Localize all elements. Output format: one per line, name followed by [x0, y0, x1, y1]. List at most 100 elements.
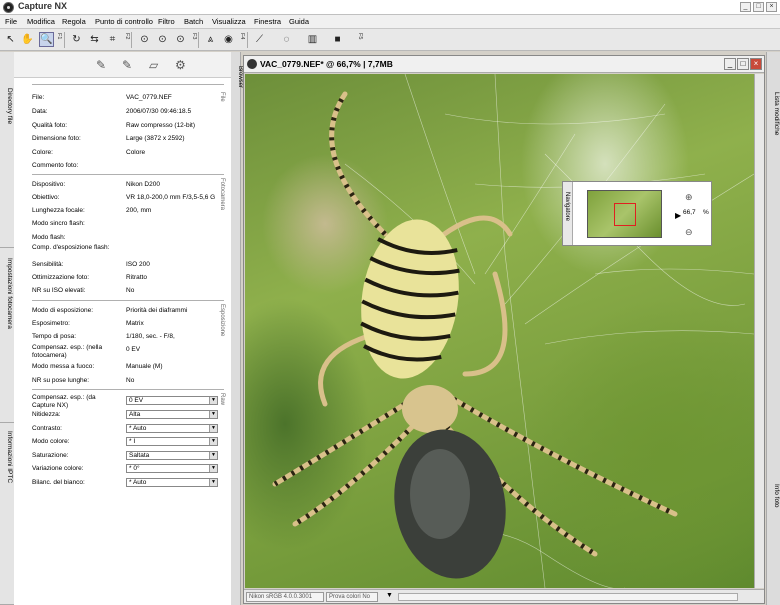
menu-punto-di-controllo[interactable]: Punto di controllo	[95, 17, 153, 26]
menu-modifica[interactable]: Modifica	[27, 17, 55, 26]
navigator-thumbnail[interactable]	[587, 190, 662, 238]
hue-adjustment-select[interactable]: * 0° ▼	[126, 464, 218, 473]
color-profile-field: Nikon sRGB 4.0.0.3001	[246, 592, 324, 602]
info-value: Manuale (M)	[126, 363, 163, 370]
levels-icon[interactable]: ⩓	[203, 32, 218, 47]
rotate-icon[interactable]: ↻	[69, 32, 84, 47]
tab-edit-list-label: Lista modifiche	[773, 92, 780, 136]
info-value: Nikon D200	[126, 181, 160, 188]
menu-batch[interactable]: Batch	[184, 17, 203, 26]
color-mode-select[interactable]: * I ▼	[126, 437, 218, 446]
white-control-point-icon[interactable]: ⊙	[155, 32, 170, 47]
chevron-down-icon: ▼	[209, 465, 217, 472]
save-icon[interactable]: ✎	[122, 58, 132, 72]
info-value: 200, mm	[126, 207, 152, 214]
tab-edit-list[interactable]: Lista modifiche	[767, 92, 780, 152]
menu-file[interactable]: File	[5, 17, 17, 26]
info-value: 2006/07/30 09:46:18.5	[126, 108, 192, 115]
info-label: Modo di esposizione:	[32, 307, 94, 314]
gradient-icon[interactable]: ▥	[305, 32, 320, 47]
image-status-bar: Nikon sRGB 4.0.0.3001 Prova colori No ▼	[244, 589, 764, 603]
gear-icon[interactable]: ⚙	[175, 58, 186, 72]
white-balance-select[interactable]: * Auto ▼	[126, 478, 218, 487]
tab-photo-info-label: Info foto	[773, 484, 780, 508]
info-label: Saturazione:	[32, 452, 69, 459]
info-value: VAC_0779.NEF	[126, 94, 172, 101]
toolbar-separator	[198, 32, 199, 48]
fill-icon[interactable]: ■	[330, 32, 345, 47]
folder-icon[interactable]: ▱	[149, 58, 158, 72]
maximize-button[interactable]: □	[753, 2, 764, 12]
open-folder-icon[interactable]: ✎	[96, 58, 106, 72]
navigator-view-rect[interactable]	[614, 203, 636, 226]
browser-tab-label: Browser	[237, 66, 243, 89]
contrast-select[interactable]: * Auto ▼	[126, 424, 218, 433]
toolbar-group-f4: F4	[239, 33, 245, 40]
section-divider	[32, 300, 224, 301]
select-value: 0 EV	[129, 397, 144, 404]
zoom-unit: %	[703, 209, 709, 216]
menu-regola[interactable]: Regola	[62, 17, 86, 26]
zoom-value: 66,7	[683, 209, 696, 216]
select-value: Alta	[129, 411, 141, 418]
zoom-in-icon[interactable]: ⊕	[685, 192, 693, 203]
exposure-compensation-select[interactable]: 0 EV ▼	[126, 396, 218, 405]
title-bar: Capture NX _ □ ×	[0, 0, 780, 15]
info-label: Nitidezza:	[32, 411, 61, 418]
menu-finestra[interactable]: Finestra	[254, 17, 281, 26]
info-label: Qualità foto:	[32, 122, 68, 129]
color-control-point-icon[interactable]: ⊙	[173, 32, 188, 47]
close-button[interactable]: ×	[766, 2, 777, 12]
menu-filtro[interactable]: Filtro	[158, 17, 175, 26]
zoom-out-icon[interactable]: ⊖	[685, 227, 693, 238]
info-label: Modo colore:	[32, 438, 70, 445]
tab-iptc[interactable]: Informazioni IPTC	[0, 423, 14, 605]
capture-nx-logo-icon	[247, 59, 257, 69]
toolbar-separator	[64, 32, 65, 48]
navigator-tab[interactable]: Navigatore	[563, 182, 573, 245]
zoom-slider-pointer-icon[interactable]: ▶	[675, 211, 681, 220]
tab-camera-settings[interactable]: Impostazioni fotocamera	[0, 248, 14, 423]
info-label: Contrasto:	[32, 425, 62, 432]
menu-visualizza[interactable]: Visualizza	[212, 17, 246, 26]
info-label: Sensibilità:	[32, 261, 64, 268]
browser-tab[interactable]: Browser	[231, 52, 243, 605]
info-label: Bilanc. del bianco:	[32, 479, 85, 486]
info-value: Ritratto	[126, 274, 147, 281]
tab-photo-info[interactable]: Info foto	[767, 484, 780, 534]
arrow-tool-icon[interactable]: ↖	[3, 32, 18, 47]
prey-highlight	[410, 449, 470, 539]
soft-proof-field[interactable]: Prova colori No	[326, 592, 378, 602]
tab-camera-label: Impostazioni fotocamera	[6, 258, 13, 329]
chevron-down-icon: ▼	[209, 452, 217, 459]
image-minimize-button[interactable]: _	[724, 58, 736, 70]
info-label: Obiettivo:	[32, 194, 60, 201]
toolbar-group-f3: F3	[191, 33, 197, 40]
vertical-scrollbar[interactable]	[754, 74, 764, 588]
image-maximize-button[interactable]: □	[737, 58, 749, 70]
black-control-point-icon[interactable]: ⊙	[137, 32, 152, 47]
lasso-icon[interactable]: ◌	[279, 32, 294, 47]
info-label: Compensaz. esp.: (nella fotocamera)	[32, 344, 103, 359]
straighten-icon[interactable]: ⇆	[87, 32, 102, 47]
menu-guida[interactable]: Guida	[289, 17, 309, 26]
chevron-down-icon: ▼	[209, 438, 217, 445]
brush-icon[interactable]: ⟋	[252, 32, 267, 47]
minimize-button[interactable]: _	[740, 2, 751, 12]
hand-tool-icon[interactable]: ✋	[20, 32, 35, 47]
info-label: Modo flash:	[32, 234, 66, 241]
info-value: Raw compresso (12-bit)	[126, 122, 195, 129]
zoom-tool-icon[interactable]: 🔍	[39, 32, 54, 47]
tab-directory-label: Directory file	[6, 88, 13, 125]
saturation-select[interactable]: Saltata ▼	[126, 451, 218, 460]
red-eye-icon[interactable]: ◉	[221, 32, 236, 47]
photo-canvas[interactable]	[245, 74, 754, 588]
info-label: Dimensione foto:	[32, 135, 81, 142]
tab-directory-file[interactable]: Directory file	[0, 52, 14, 248]
horizontal-scrollbar[interactable]	[398, 593, 738, 601]
image-close-button[interactable]: ×	[750, 58, 762, 70]
crop-icon[interactable]: ⌗	[105, 32, 120, 47]
chevron-down-icon[interactable]: ▼	[386, 592, 393, 599]
chevron-down-icon: ▼	[209, 479, 217, 486]
sharpening-select[interactable]: Alta ▼	[126, 410, 218, 419]
